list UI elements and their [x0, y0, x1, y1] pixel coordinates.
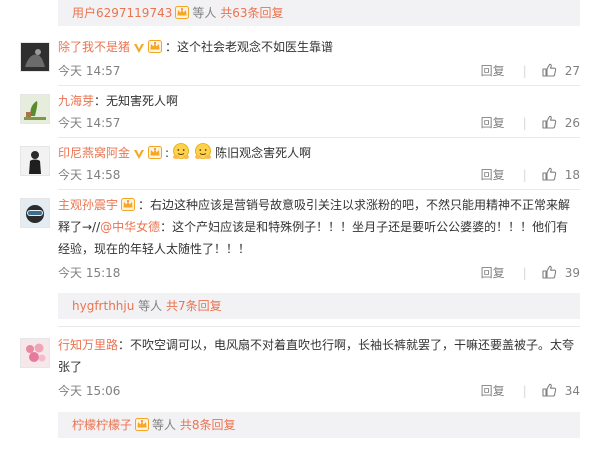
comment-username[interactable]: 除了我不是猪 — [58, 40, 130, 54]
like-count: 18 — [564, 168, 580, 182]
action-divider: | — [522, 116, 527, 130]
comment-content: ：不吹空调可以，电风扇不对着直吹也行啊，长袖长裤就罢了，干嘛还要盖被子。太夸张了 — [58, 338, 575, 374]
reply-bar-more-link[interactable]: 共63条回复 — [220, 6, 283, 20]
comment-time: 今天 14:57 — [58, 116, 121, 130]
comment-divider — [58, 85, 580, 86]
like-thumb-icon[interactable] — [541, 114, 557, 130]
avatar[interactable] — [20, 146, 50, 176]
comment-time: 今天 14:57 — [58, 64, 121, 78]
reply-summary-bar[interactable]: hygfrthhju 等人 共7条回复 — [58, 293, 580, 319]
member-crown-icon — [121, 198, 135, 211]
reply-summary-bar[interactable]: 用户6297119743 等人 共63条回复 — [58, 0, 580, 26]
avatar[interactable] — [20, 94, 50, 124]
reply-button[interactable]: 回复 — [481, 116, 505, 130]
avatar-image — [21, 339, 49, 367]
like-count: 26 — [564, 116, 580, 130]
avatar-image — [21, 147, 49, 175]
comment-content: ：无知害死人啊 — [94, 94, 179, 108]
reply-button[interactable]: 回复 — [481, 266, 505, 280]
action-divider: | — [522, 384, 527, 398]
reply-button[interactable]: 回复 — [481, 384, 505, 398]
comment-text: 行知万里路：不吹空调可以，电风扇不对着直吹也行啊，长袖长裤就罢了，干嘛还要盖被子… — [58, 334, 580, 378]
comment-actions: 回复 | 27 — [481, 62, 580, 79]
reply-bar-suffix: 等人 — [152, 418, 177, 432]
reply-bar-suffix: 等人 — [138, 299, 163, 313]
comment-actions: 回复 | 26 — [481, 114, 580, 131]
avatar[interactable] — [20, 338, 50, 368]
reply-bar-username[interactable]: hygfrthhju — [72, 299, 134, 313]
mention-link[interactable]: @中华女德 — [100, 220, 160, 234]
comment-actions: 回复 | 34 — [481, 382, 580, 399]
like-count: 27 — [564, 64, 580, 78]
verified-v-icon — [133, 42, 145, 54]
avatar[interactable] — [20, 198, 50, 228]
comment-actions: 回复 | 39 — [481, 264, 580, 281]
comment-actions: 回复 | 18 — [481, 166, 580, 183]
reply-summary-bar[interactable]: 柠檬柠檬子 等人 共8条回复 — [58, 412, 580, 438]
member-crown-icon — [135, 418, 149, 431]
verified-v-icon — [133, 148, 145, 160]
avatar-image — [21, 43, 49, 71]
member-crown-icon — [175, 6, 189, 19]
avatar[interactable] — [20, 42, 50, 72]
emoji-hug-icon — [195, 143, 212, 159]
avatar-image — [21, 95, 49, 123]
comment-username[interactable]: 印尼燕窝阿金 — [58, 146, 130, 160]
emoji-hug-icon — [173, 143, 190, 159]
comment-text: 九海芽：无知害死人啊 — [58, 90, 588, 112]
comment-time: 今天 14:58 — [58, 168, 121, 182]
like-thumb-icon[interactable] — [541, 382, 557, 398]
comment-text: 除了我不是猪 ：这个社会老观念不如医生靠谱 — [58, 36, 588, 58]
reply-bar-suffix: 等人 — [192, 6, 217, 20]
comment-divider — [58, 137, 580, 138]
comment-text: 主观孙震宇 ：右边这种应该是营销号故意吸引关注以求涨粉的吧，不然只能用精神不正常来… — [58, 194, 580, 260]
action-divider: | — [522, 168, 527, 182]
like-thumb-icon[interactable] — [541, 62, 557, 78]
comment-time: 今天 15:18 — [58, 266, 121, 280]
action-divider: | — [522, 64, 527, 78]
comment-content: ：这个社会老观念不如医生靠谱 — [165, 40, 334, 54]
like-count: 39 — [564, 266, 580, 280]
comment-text: 印尼燕窝阿金: 陈旧观念害死人啊 — [58, 142, 588, 164]
comment-time: 今天 15:06 — [58, 384, 121, 398]
comment-username[interactable]: 行知万里路 — [58, 338, 118, 352]
reply-bar-username[interactable]: 用户6297119743 — [72, 6, 172, 20]
avatar-image — [21, 199, 49, 227]
reply-button[interactable]: 回复 — [481, 168, 505, 182]
like-count: 34 — [564, 384, 580, 398]
reply-bar-more-link[interactable]: 共7条回复 — [166, 299, 222, 313]
comment-divider — [58, 326, 580, 327]
member-crown-icon — [148, 146, 162, 159]
action-divider: | — [522, 266, 527, 280]
like-thumb-icon[interactable] — [541, 166, 557, 182]
reply-bar-more-link[interactable]: 共8条回复 — [180, 418, 236, 432]
member-crown-icon — [148, 40, 162, 53]
comment-username[interactable]: 主观孙震宇 — [58, 198, 118, 212]
like-thumb-icon[interactable] — [541, 264, 557, 280]
reply-button[interactable]: 回复 — [481, 64, 505, 78]
comment-content: 陈旧观念害死人啊 — [215, 146, 312, 160]
comment-username[interactable]: 九海芽 — [58, 94, 94, 108]
reply-bar-username[interactable]: 柠檬柠檬子 — [72, 418, 132, 432]
colon-separator: : — [165, 146, 170, 160]
comment-divider — [58, 189, 580, 190]
